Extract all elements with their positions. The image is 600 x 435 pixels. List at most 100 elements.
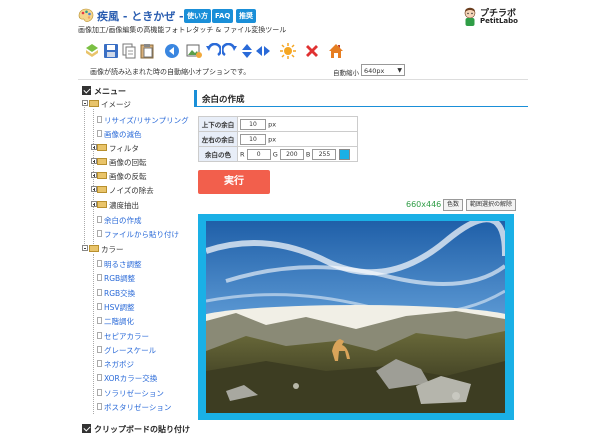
clipboard-checkbox-bottom[interactable] <box>82 424 91 433</box>
tree-group-flip[interactable]: 画像の反転 <box>109 171 147 182</box>
section-title: 余白の作成 <box>202 95 245 105</box>
tree-item-binarize[interactable]: 二階調化 <box>104 316 134 327</box>
r-input[interactable]: 0 <box>246 148 271 160</box>
sidebar: メニュー イメージ リサイズ/リサンプリング 画像の減色 フィルタ 画像の回転 … <box>80 85 192 434</box>
rotate-right-icon[interactable] <box>222 43 238 59</box>
auto-shrink-value: 640px <box>364 67 385 75</box>
document-icon <box>97 230 102 237</box>
tree-group-filter[interactable]: フィルタ <box>109 143 139 154</box>
r-label: R <box>240 150 245 158</box>
tree-item-margin[interactable]: 余白の作成 <box>104 215 142 226</box>
margin-color-cell: R 0 G 200 B 255 <box>237 146 358 162</box>
color-count-button[interactable]: 色数 <box>443 199 464 211</box>
howto-link[interactable]: 使い方 <box>184 9 211 23</box>
collapse-icon[interactable] <box>82 100 88 106</box>
folder-icon <box>97 201 107 208</box>
faq-link[interactable]: FAQ <box>212 9 234 23</box>
tree-item-negative[interactable]: ネガポジ <box>104 359 134 370</box>
home-icon[interactable] <box>328 43 344 59</box>
auto-shrink-select[interactable]: 640px ▼ <box>361 64 405 76</box>
tree-group-density[interactable]: 濃度抽出 <box>109 200 139 211</box>
folder-icon <box>97 172 107 179</box>
toolbar <box>84 43 364 59</box>
clipboard-heading: クリップボードの貼り付け <box>94 425 190 434</box>
clear-selection-button[interactable]: 範囲選択の解除 <box>466 199 517 211</box>
tree-item-grayscale[interactable]: グレースケール <box>104 345 156 356</box>
folder-icon <box>97 144 107 151</box>
tree-item-xor-color[interactable]: XORカラー交換 <box>104 373 157 384</box>
delete-icon[interactable] <box>304 43 320 59</box>
paste-icon[interactable] <box>139 43 155 59</box>
back-icon[interactable] <box>164 43 180 59</box>
document-icon <box>97 274 102 282</box>
document-icon <box>97 403 102 410</box>
tree-item-hsv-adjust[interactable]: HSV調整 <box>104 302 135 313</box>
tree-item-paste-from-file[interactable]: ファイルから貼り付け <box>104 229 179 240</box>
rotate-left-icon[interactable] <box>205 43 221 59</box>
tree-item-rgb-adjust[interactable]: RGB調整 <box>104 273 135 284</box>
tree-group-rotate[interactable]: 画像の回転 <box>109 157 147 168</box>
preview-image[interactable] <box>206 221 505 413</box>
unit-label: px <box>268 135 277 143</box>
tree-item-posterization[interactable]: ポスタリゼーション <box>104 402 171 413</box>
document-icon <box>97 360 102 368</box>
tree-item-sepia[interactable]: セピアカラー <box>104 331 149 342</box>
folder-open-icon <box>89 245 99 252</box>
auto-shrink-label: 自動縮小 <box>333 69 359 77</box>
app-subtitle: 画像加工/画像編集の高機能フォトレタッチ & ファイル変換ツール <box>78 26 287 34</box>
vertical-margin-cell: 10 px <box>237 116 358 132</box>
auto-shrink-notice: 画像が読み込まれた時の自動縮小オプションです。 <box>90 68 251 76</box>
tree-item-reduce-colors[interactable]: 画像の減色 <box>104 129 142 140</box>
tree-item-solarization[interactable]: ソラリゼーション <box>104 388 164 399</box>
flip-horizontal-icon[interactable] <box>255 43 271 59</box>
save-icon[interactable] <box>103 43 119 59</box>
b-input[interactable]: 255 <box>312 148 337 160</box>
divider <box>78 79 528 80</box>
palette-icon <box>78 8 94 22</box>
tree-category-color[interactable]: カラー <box>101 244 124 255</box>
section-title-bar: 余白の作成 <box>194 90 528 107</box>
image-settings-icon[interactable] <box>186 43 202 59</box>
folder-icon <box>97 186 107 193</box>
horizontal-margin-cell: 10 px <box>237 131 358 147</box>
margin-color-label: 余白の色 <box>198 146 238 162</box>
document-icon <box>97 302 102 310</box>
b-label: B <box>305 150 311 158</box>
document-icon <box>97 374 102 382</box>
tree-line <box>84 100 85 250</box>
unit-label: px <box>268 120 277 128</box>
copy-icon[interactable] <box>121 43 137 59</box>
vertical-margin-label: 上下の余白 <box>198 116 238 132</box>
horizontal-margin-input[interactable]: 10 <box>240 133 266 145</box>
color-swatch[interactable] <box>338 148 350 160</box>
tree-item-resize[interactable]: リサイズ/リサンプリング <box>104 115 189 126</box>
margin-form: 上下の余白 10 px 左右の余白 10 px 余白の色 R 0 G 200 B… <box>198 116 358 162</box>
sun-icon[interactable] <box>280 43 296 59</box>
mascot-icon <box>464 7 476 26</box>
tree-group-denoise[interactable]: ノイズの除去 <box>109 185 154 196</box>
document-icon <box>97 331 102 339</box>
g-label: G <box>272 150 278 158</box>
tree-line <box>93 254 94 414</box>
g-input[interactable]: 200 <box>279 148 304 160</box>
document-icon <box>97 260 102 267</box>
brand-sub: PetitLabo <box>480 17 518 25</box>
tree-item-brightness[interactable]: 明るさ調整 <box>104 259 142 270</box>
vertical-margin-input[interactable]: 10 <box>240 118 266 130</box>
horizontal-margin-label: 左右の余白 <box>198 131 238 147</box>
document-icon <box>97 288 102 296</box>
document-icon <box>97 345 102 353</box>
tree-category-image[interactable]: イメージ <box>101 99 131 110</box>
open-icon[interactable] <box>84 43 100 59</box>
menu-checkbox[interactable] <box>82 86 91 95</box>
document-icon <box>97 116 102 123</box>
document-icon <box>97 130 102 137</box>
tree-item-rgb-swap[interactable]: RGB交換 <box>104 288 135 299</box>
document-icon <box>97 216 102 223</box>
run-button[interactable]: 実行 <box>198 170 270 194</box>
chevron-down-icon: ▼ <box>397 67 402 74</box>
collapse-icon[interactable] <box>82 245 88 251</box>
folder-icon <box>97 158 107 165</box>
flip-vertical-icon[interactable] <box>239 43 255 59</box>
recommend-link[interactable]: 推奨 <box>236 9 256 23</box>
